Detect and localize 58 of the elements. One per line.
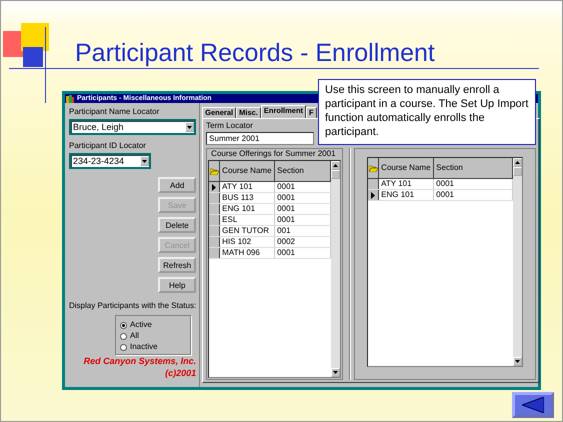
row-selector[interactable]	[209, 193, 220, 203]
company-credit: (c)2001	[165, 367, 196, 379]
data-grid[interactable]: Course Name Section ATY 101 0001 BUS 113 0001 ENG 101 0001 ESL 0001 GEN TUTOR 001 HIS 102 0002 MATH 096 0001	[208, 160, 342, 378]
name-dropdown[interactable]: Bruce, Leigh	[69, 119, 196, 135]
row-selector[interactable]	[368, 190, 380, 200]
dropdown-arrow-icon	[187, 126, 192, 128]
scrollbar[interactable]	[331, 161, 340, 377]
table-cell: ENG 101	[220, 204, 276, 214]
table-cell: BUS 113	[220, 193, 276, 203]
table-cell: ENG 101	[379, 190, 434, 200]
table-cell: GEN TUTOR	[220, 226, 276, 236]
scroll-down-icon	[515, 360, 520, 363]
column-header[interactable]: Course Name	[379, 158, 434, 178]
row-selector[interactable]	[209, 248, 220, 258]
action-button[interactable]: Help	[158, 277, 196, 293]
row-selector[interactable]	[209, 215, 220, 225]
dropdown-arrow-icon	[142, 160, 147, 162]
scrollbar[interactable]	[513, 158, 522, 366]
table-cell: ATY 101	[220, 182, 276, 192]
back-arrow-icon	[522, 397, 544, 413]
slide-title: Participant Records - Enrollment	[75, 39, 435, 67]
radio-option[interactable]: Active	[120, 320, 190, 330]
row-selector[interactable]	[209, 204, 220, 214]
row-selector[interactable]	[368, 179, 380, 189]
folder-icon	[210, 168, 219, 174]
id-dropdown[interactable]: 234-23-4234	[69, 153, 151, 169]
company-credit: Red Canyon Systems, Inc.	[84, 355, 196, 367]
scroll-up-icon	[333, 164, 338, 167]
row-selector[interactable]	[209, 237, 220, 247]
scroll-down-icon	[333, 371, 338, 374]
field-label: Term Locator	[206, 121, 254, 131]
radio-option[interactable]: All	[120, 331, 190, 341]
action-button[interactable]: Add	[158, 177, 196, 193]
table-cell: ESL	[220, 215, 276, 225]
status-label: Display Participants with the Status:	[69, 301, 196, 311]
action-button[interactable]: Refresh	[158, 257, 196, 273]
data-grid[interactable]: Course Name Section ATY 101 0001 ENG 101 0001	[367, 157, 524, 367]
table-cell: ATY 101	[379, 179, 434, 189]
term-field[interactable]: Summer 2001	[206, 132, 314, 145]
callout-note: Use this screen to manually enroll a participant in a course. The Set Up Import function automatically enrolls the participant.	[318, 79, 536, 145]
scroll-thumb[interactable]	[513, 167, 522, 176]
table-cell: HIS 102	[220, 237, 276, 247]
back-button[interactable]	[512, 392, 554, 418]
group-title: Course Offerings for Summer 2001	[210, 149, 337, 159]
radio-option[interactable]: Inactive	[120, 342, 190, 352]
field-label: Participant Name Locator	[69, 107, 160, 117]
row-pointer-icon	[212, 184, 216, 190]
action-button[interactable]: Delete	[158, 217, 196, 233]
scroll-up-icon	[515, 161, 520, 164]
field-label: Participant ID Locator	[69, 141, 147, 151]
folder-icon	[368, 164, 378, 172]
row-selector[interactable]	[209, 182, 220, 192]
row-pointer-icon	[371, 192, 376, 198]
scroll-thumb[interactable]	[331, 170, 340, 179]
table-cell: MATH 096	[220, 248, 276, 258]
app-icon	[66, 94, 74, 102]
row-selector[interactable]	[209, 226, 220, 236]
column-header[interactable]: Course Name	[220, 161, 276, 181]
